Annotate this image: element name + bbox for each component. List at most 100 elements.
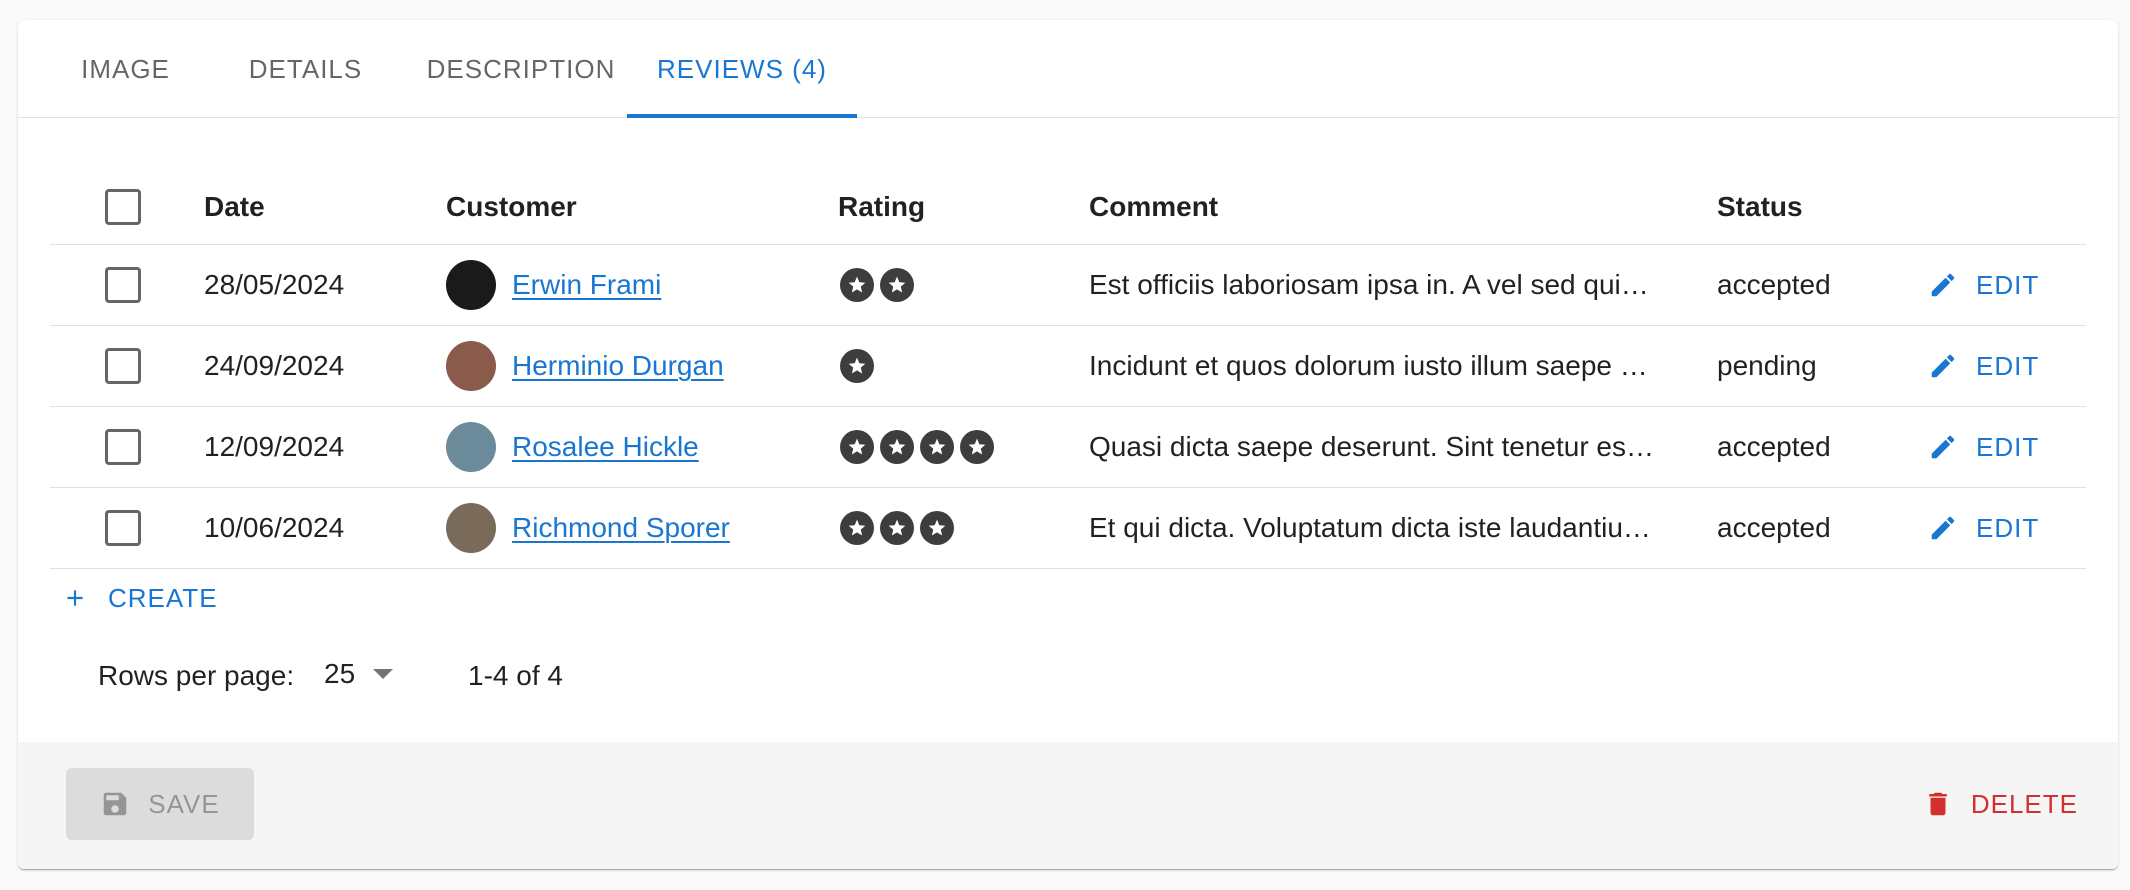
row-checkbox[interactable] bbox=[105, 348, 141, 384]
table-row[interactable]: 10/06/2024 Richmond Sporer Et qui dicta. V… bbox=[50, 488, 2086, 569]
active-tab-indicator bbox=[627, 114, 857, 118]
rows-per-page-label: Rows per page: bbox=[98, 660, 295, 691]
star-icon bbox=[920, 430, 954, 464]
edit-button[interactable]: EDIT bbox=[1928, 432, 2039, 463]
row-status: accepted bbox=[1717, 512, 1831, 543]
pencil-icon bbox=[1931, 273, 1955, 297]
review-edit-card: IMAGE DETAILS DESCRIPTION REVIEWS (4) Da… bbox=[18, 20, 2118, 869]
edit-button[interactable]: EDIT bbox=[1928, 513, 2039, 544]
delete-label: DELETE bbox=[1970, 788, 2078, 819]
star-icon bbox=[840, 430, 874, 464]
header-customer[interactable]: Customer bbox=[446, 170, 577, 244]
create-label: CREATE bbox=[108, 582, 218, 613]
star-icon bbox=[840, 268, 874, 302]
pencil-icon bbox=[1931, 354, 1955, 378]
table-row[interactable]: 24/09/2024 Herminio Durgan Incidunt et quo… bbox=[50, 326, 2086, 407]
row-comment: Quasi dicta saepe deserunt. Sint tenetur… bbox=[1089, 431, 1654, 462]
table-header-row: Date Customer Rating Comment Status bbox=[50, 170, 2086, 245]
table-row[interactable]: 28/05/2024 Erwin Frami Est officiis labori… bbox=[50, 245, 2086, 326]
rows-per-page-value: 25 bbox=[324, 658, 356, 689]
star-icon bbox=[920, 511, 954, 545]
customer-link[interactable]: Erwin Frami bbox=[512, 269, 661, 301]
pagination-range: 1-4 of 4 bbox=[468, 660, 563, 691]
row-rating bbox=[840, 488, 960, 568]
row-checkbox[interactable] bbox=[105, 267, 141, 303]
tab-bar: IMAGE DETAILS DESCRIPTION REVIEWS (4) bbox=[18, 20, 2118, 118]
table-row[interactable]: 12/09/2024 Rosalee Hickle Quasi dicta saep… bbox=[50, 407, 2086, 488]
row-edit-cell: EDIT bbox=[1928, 488, 2039, 568]
row-date: 10/06/2024 bbox=[204, 512, 345, 543]
edit-label: EDIT bbox=[1976, 431, 2040, 462]
row-select-cell bbox=[105, 326, 141, 406]
pencil-icon bbox=[1931, 435, 1955, 459]
row-status: pending bbox=[1717, 350, 1817, 381]
avatar bbox=[446, 422, 496, 472]
edit-button[interactable]: EDIT bbox=[1928, 270, 2039, 301]
row-comment-cell: Et qui dicta. Voluptatum dicta iste laud… bbox=[1089, 488, 1654, 568]
row-edit-cell: EDIT bbox=[1928, 407, 2039, 487]
row-date: 12/09/2024 bbox=[204, 431, 345, 462]
star-icon bbox=[960, 430, 994, 464]
tab-details[interactable]: DETAILS bbox=[223, 20, 388, 118]
row-select-cell bbox=[105, 488, 141, 568]
row-select-cell bbox=[105, 245, 141, 325]
star-icon bbox=[880, 511, 914, 545]
avatar bbox=[446, 260, 496, 310]
chevron-down-icon bbox=[373, 669, 394, 679]
delete-button[interactable]: DELETE bbox=[1923, 768, 2078, 840]
select-all-checkbox[interactable] bbox=[105, 189, 141, 225]
row-edit-cell: EDIT bbox=[1928, 326, 2039, 406]
tab-image[interactable]: IMAGE bbox=[48, 20, 203, 118]
row-comment: Est officiis laboriosam ipsa in. A vel s… bbox=[1089, 269, 1654, 300]
header-status[interactable]: Status bbox=[1717, 170, 1803, 244]
pencil-icon bbox=[1931, 516, 1955, 540]
edit-label: EDIT bbox=[1976, 512, 2040, 543]
rows-per-page-select[interactable]: 25 bbox=[324, 658, 394, 690]
row-rating bbox=[840, 326, 880, 406]
edit-button[interactable]: EDIT bbox=[1928, 351, 2039, 382]
tab-reviews[interactable]: REVIEWS (4) bbox=[627, 20, 857, 118]
row-customer: Herminio Durgan bbox=[446, 326, 724, 406]
row-checkbox[interactable] bbox=[105, 510, 141, 546]
star-icon bbox=[840, 511, 874, 545]
row-edit-cell: EDIT bbox=[1928, 245, 2039, 325]
row-rating bbox=[840, 245, 920, 325]
row-customer: Erwin Frami bbox=[446, 245, 661, 325]
avatar bbox=[446, 341, 496, 391]
row-comment: Et qui dicta. Voluptatum dicta iste laud… bbox=[1089, 512, 1654, 543]
trash-icon bbox=[1929, 792, 1947, 816]
row-date: 24/09/2024 bbox=[204, 350, 345, 381]
customer-link[interactable]: Richmond Sporer bbox=[512, 512, 730, 544]
row-status: accepted bbox=[1717, 269, 1831, 300]
row-comment-cell: Incidunt et quos dolorum iusto illum sae… bbox=[1089, 326, 1654, 406]
row-date: 28/05/2024 bbox=[204, 269, 345, 300]
header-rating[interactable]: Rating bbox=[838, 170, 925, 244]
form-toolbar: SAVE DELETE bbox=[18, 742, 2118, 869]
row-customer: Rosalee Hickle bbox=[446, 407, 699, 487]
customer-link[interactable]: Herminio Durgan bbox=[512, 350, 724, 382]
edit-label: EDIT bbox=[1976, 269, 2040, 300]
tab-description[interactable]: DESCRIPTION bbox=[410, 20, 632, 118]
row-status: accepted bbox=[1717, 431, 1831, 462]
header-date[interactable]: Date bbox=[204, 170, 265, 244]
pagination: Rows per page: 25 1-4 of 4 bbox=[18, 640, 818, 710]
row-rating bbox=[840, 407, 1000, 487]
row-comment-cell: Est officiis laboriosam ipsa in. A vel s… bbox=[1089, 245, 1654, 325]
avatar bbox=[446, 503, 496, 553]
save-icon bbox=[104, 792, 127, 816]
save-button[interactable]: SAVE bbox=[66, 768, 254, 840]
row-comment-cell: Quasi dicta saepe deserunt. Sint tenetur… bbox=[1089, 407, 1654, 487]
select-all-cell bbox=[105, 170, 141, 244]
customer-link[interactable]: Rosalee Hickle bbox=[512, 431, 699, 463]
row-customer: Richmond Sporer bbox=[446, 488, 730, 568]
star-icon bbox=[880, 430, 914, 464]
create-button[interactable]: CREATE bbox=[62, 568, 218, 628]
row-select-cell bbox=[105, 407, 141, 487]
star-icon bbox=[880, 268, 914, 302]
edit-label: EDIT bbox=[1976, 350, 2040, 381]
save-label: SAVE bbox=[148, 788, 220, 819]
row-comment: Incidunt et quos dolorum iusto illum sae… bbox=[1089, 350, 1654, 381]
star-icon bbox=[840, 349, 874, 383]
header-comment[interactable]: Comment bbox=[1089, 170, 1218, 244]
row-checkbox[interactable] bbox=[105, 429, 141, 465]
